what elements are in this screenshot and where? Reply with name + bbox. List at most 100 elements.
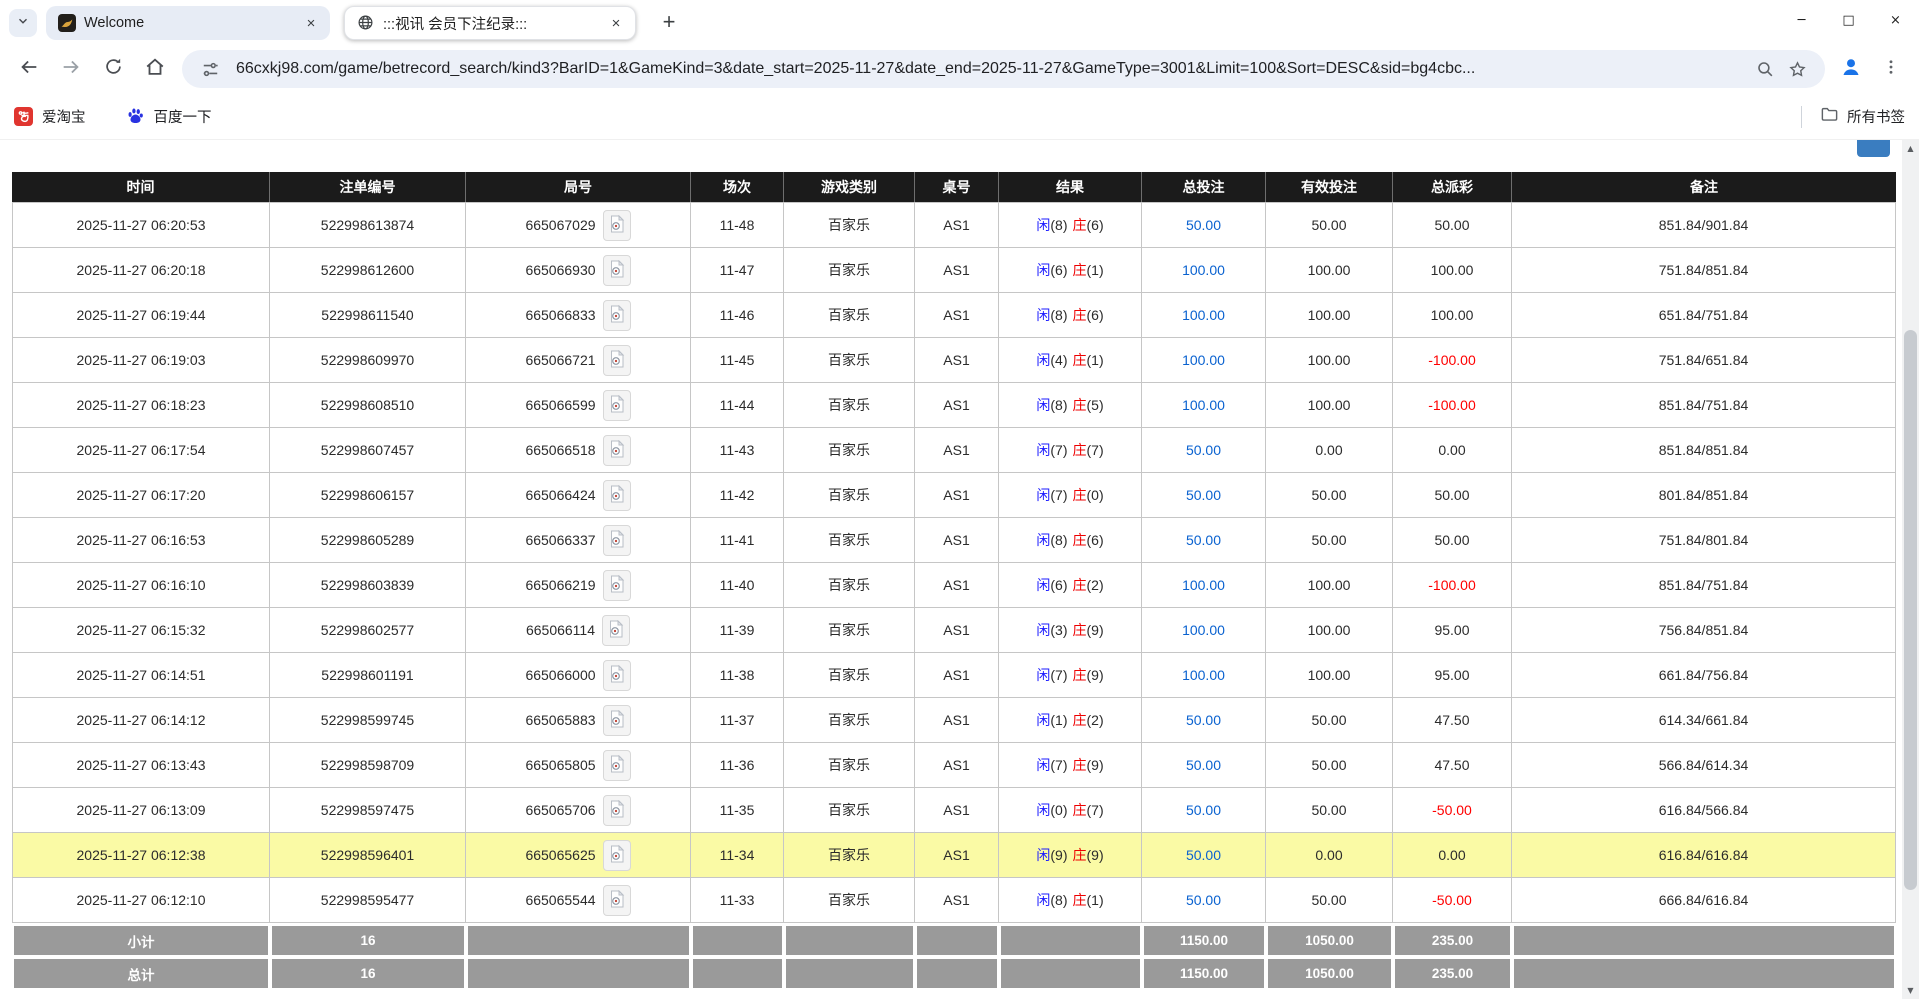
close-button[interactable]: × — [1872, 0, 1919, 40]
cell-game-type-text: 百家乐 — [828, 845, 870, 865]
tab-welcome[interactable]: Welcome × — [46, 6, 330, 40]
home-icon — [144, 56, 166, 83]
tab-bet-records[interactable]: :::视讯 会员下注纪录::: × — [344, 6, 636, 40]
total-bet-link[interactable]: 100.00 — [1182, 622, 1225, 638]
cell-table-no-text: AS1 — [943, 712, 969, 728]
cell-remark: 651.84/751.84 — [1512, 293, 1896, 338]
video-replay-button[interactable] — [603, 750, 631, 781]
menu-button[interactable] — [1871, 49, 1911, 89]
video-replay-button[interactable] — [603, 570, 631, 601]
cell-payout: 100.00 — [1393, 293, 1512, 338]
scrollbar-thumb[interactable] — [1904, 330, 1917, 890]
result-banker-score: (6) — [1087, 217, 1104, 233]
round-id-text: 665066219 — [525, 577, 595, 593]
video-replay-button[interactable] — [603, 435, 631, 466]
summary-cell-8: 1050.00 — [1266, 924, 1393, 957]
cell-game-type: 百家乐 — [784, 383, 915, 428]
video-replay-button[interactable] — [603, 885, 631, 916]
minimize-button[interactable]: ─ — [1778, 0, 1825, 40]
total-bet-link[interactable]: 50.00 — [1186, 847, 1221, 863]
video-replay-button[interactable] — [603, 345, 631, 376]
video-replay-button[interactable] — [603, 660, 631, 691]
cell-total-bet: 50.00 — [1142, 203, 1266, 248]
round-id-text: 665066930 — [525, 262, 595, 278]
reload-button[interactable] — [92, 48, 134, 90]
cell-time: 2025-11-27 06:19:03 — [12, 338, 270, 383]
payout-text: -50.00 — [1432, 802, 1472, 818]
total-bet-link[interactable]: 50.00 — [1186, 487, 1221, 503]
video-replay-button[interactable] — [603, 525, 631, 556]
address-bar[interactable]: 66cxkj98.com/game/betrecord_search/kind3… — [182, 50, 1825, 88]
total-bet-link[interactable]: 100.00 — [1182, 667, 1225, 683]
cell-time: 2025-11-27 06:15:32 — [12, 608, 270, 653]
total-bet-link[interactable]: 50.00 — [1186, 442, 1221, 458]
site-info-icon[interactable] — [194, 53, 226, 85]
tab-search-button[interactable] — [9, 9, 37, 37]
new-tab-button[interactable]: + — [655, 8, 683, 36]
cell-remark: 756.84/851.84 — [1512, 608, 1896, 653]
video-replay-button[interactable] — [603, 795, 631, 826]
video-file-icon — [609, 845, 625, 866]
bookmarks-bar: 爱淘宝 百度一下 所有书签 — [0, 94, 1919, 140]
tab-close-icon[interactable]: × — [607, 14, 625, 32]
total-bet-link[interactable]: 100.00 — [1182, 307, 1225, 323]
tab-close-icon[interactable]: × — [302, 14, 320, 32]
total-bet-link[interactable]: 50.00 — [1186, 532, 1221, 548]
video-replay-button[interactable] — [603, 480, 631, 511]
total-bet-link[interactable]: 100.00 — [1182, 577, 1225, 593]
cell-valid-bet: 100.00 — [1266, 248, 1393, 293]
url-text[interactable]: 66cxkj98.com/game/betrecord_search/kind3… — [236, 60, 1749, 78]
round-id-text: 665065544 — [525, 892, 595, 908]
summary-cell-4 — [784, 957, 915, 990]
bookmark-star-icon[interactable] — [1781, 53, 1813, 85]
back-button[interactable] — [8, 48, 50, 90]
cell-remark: 666.84/616.84 — [1512, 878, 1896, 923]
total-bet-link[interactable]: 100.00 — [1182, 352, 1225, 368]
cell-time-text: 2025-11-27 06:20:53 — [77, 217, 206, 233]
result-player-score: (7) — [1050, 487, 1067, 503]
profile-button[interactable] — [1831, 49, 1871, 89]
bookmark-baidu[interactable]: 百度一下 — [126, 106, 212, 127]
summary-cell-7: 1150.00 — [1142, 924, 1266, 957]
forward-button[interactable] — [50, 48, 92, 90]
video-replay-button[interactable] — [603, 390, 631, 421]
payout-text: -100.00 — [1428, 352, 1475, 368]
result-banker-score: (1) — [1087, 262, 1104, 278]
total-bet-link[interactable]: 100.00 — [1182, 397, 1225, 413]
reload-icon — [103, 56, 124, 82]
cell-table-no-text: AS1 — [943, 757, 969, 773]
total-bet-link[interactable]: 50.00 — [1186, 217, 1221, 233]
video-replay-button[interactable] — [603, 840, 631, 871]
cell-time-text: 2025-11-27 06:17:20 — [77, 487, 206, 503]
video-file-icon — [609, 215, 625, 236]
cell-valid-bet-text: 50.00 — [1311, 712, 1346, 728]
result-player-score: (8) — [1050, 307, 1067, 323]
total-bet-link[interactable]: 50.00 — [1186, 892, 1221, 908]
total-bet-link[interactable]: 50.00 — [1186, 802, 1221, 818]
cell-session-text: 11-37 — [720, 712, 755, 728]
maximize-button[interactable]: □ — [1825, 0, 1872, 40]
baidu-paw-icon — [126, 107, 145, 126]
video-replay-button[interactable] — [603, 705, 631, 736]
scroll-down-icon[interactable]: ▼ — [1902, 986, 1919, 995]
video-replay-button[interactable] — [603, 255, 631, 286]
cell-game-type-text: 百家乐 — [828, 350, 870, 370]
cell-time: 2025-11-27 06:18:23 — [12, 383, 270, 428]
zoom-icon[interactable] — [1749, 53, 1781, 85]
total-bet-link[interactable]: 100.00 — [1182, 262, 1225, 278]
page-scrollbar[interactable]: ▲ ▼ — [1902, 140, 1919, 999]
bookmark-taobao[interactable]: 爱淘宝 — [14, 106, 86, 127]
all-bookmarks-label[interactable]: 所有书签 — [1847, 106, 1905, 127]
home-button[interactable] — [134, 48, 176, 90]
cell-session-text: 11-43 — [720, 442, 755, 458]
video-replay-button[interactable] — [603, 210, 631, 241]
result-player-label: 闲 — [1036, 440, 1050, 460]
total-bet-link[interactable]: 50.00 — [1186, 757, 1221, 773]
partial-blue-button[interactable] — [1857, 140, 1890, 157]
cell-remark: 851.84/751.84 — [1512, 563, 1896, 608]
total-bet-link[interactable]: 50.00 — [1186, 712, 1221, 728]
video-replay-button[interactable] — [603, 300, 631, 331]
video-replay-button[interactable] — [602, 615, 630, 646]
scroll-up-icon[interactable]: ▲ — [1902, 144, 1919, 153]
column-header-0: 时间 — [12, 172, 270, 202]
